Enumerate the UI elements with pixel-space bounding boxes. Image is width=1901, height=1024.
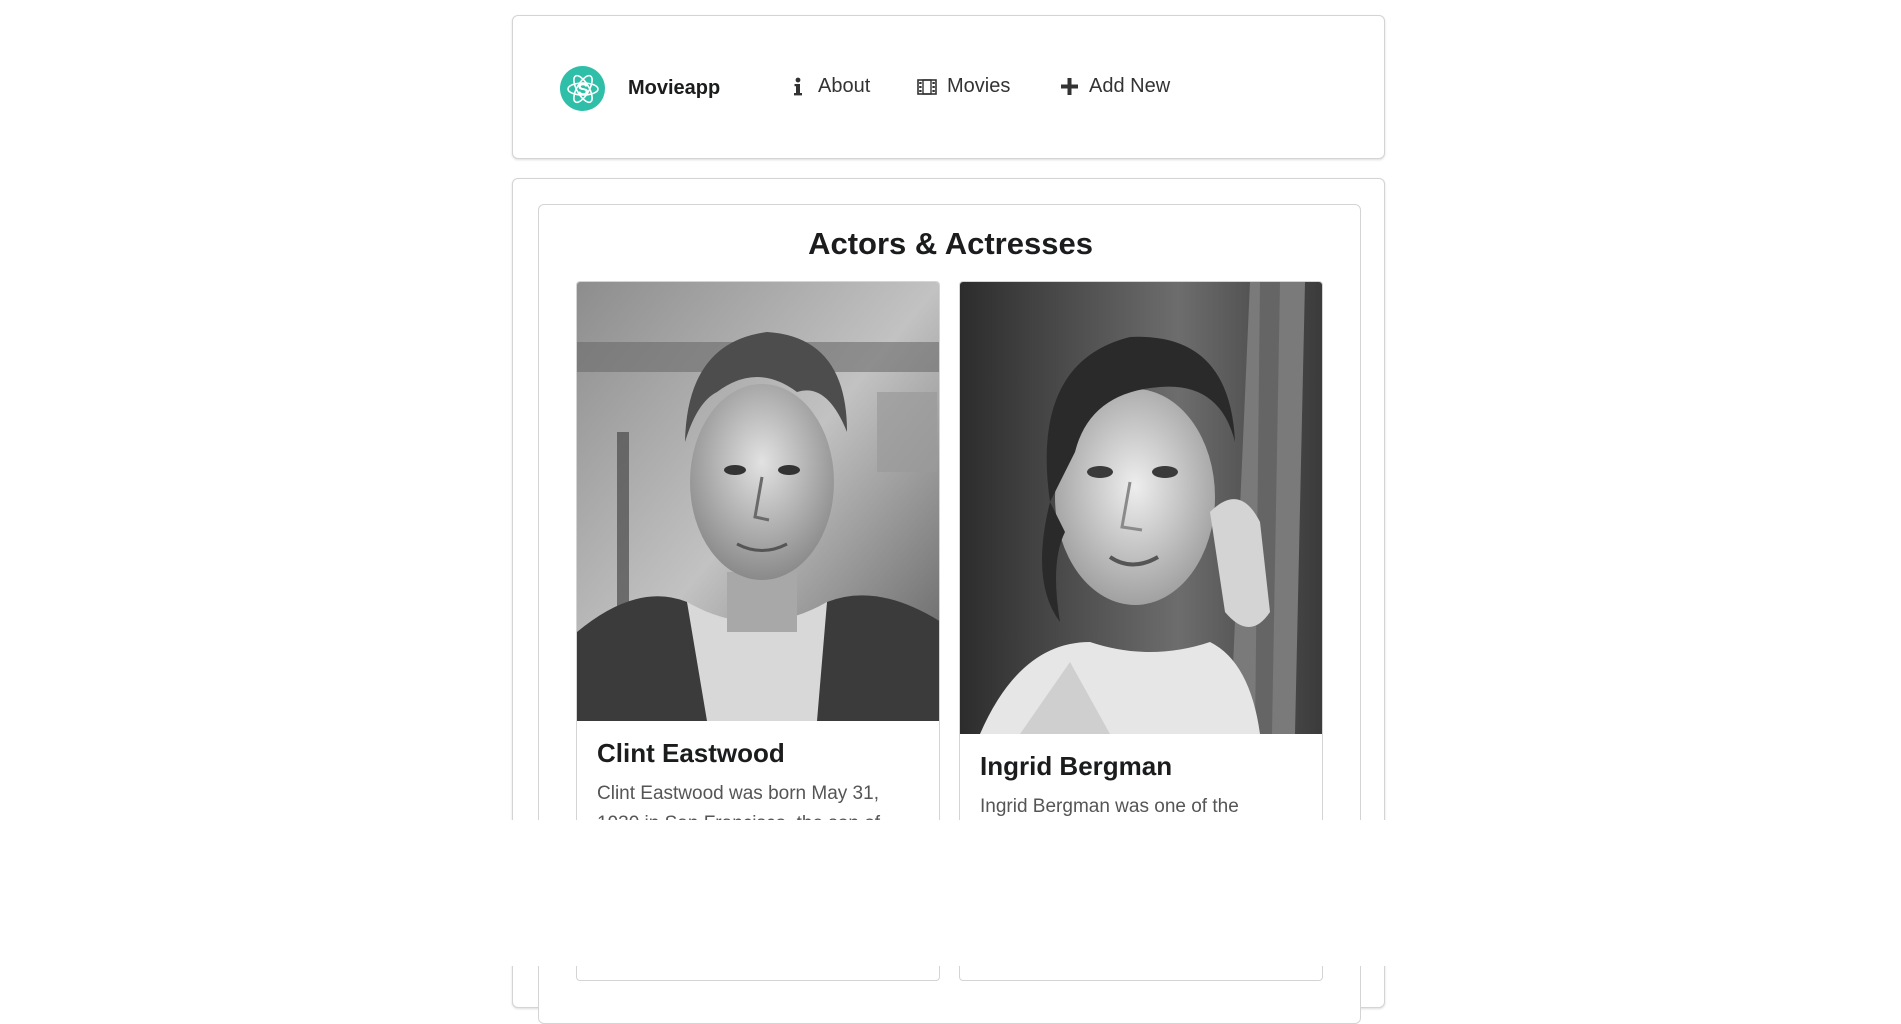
nav-item-add-new[interactable]: Add New xyxy=(1059,75,1170,98)
nav-item-about[interactable]: About xyxy=(788,75,870,98)
actor-photo xyxy=(960,282,1322,734)
actor-name: Ingrid Bergman xyxy=(980,751,1173,781)
info-icon xyxy=(788,76,808,98)
page-title: Actors & Actresses xyxy=(808,226,1093,261)
atom-logo-icon: S xyxy=(566,74,599,103)
nav-item-label: Movies xyxy=(947,75,1011,97)
nav-item-movies[interactable]: Movies xyxy=(917,75,1010,98)
svg-text:S: S xyxy=(577,80,588,99)
actor-photo xyxy=(577,282,939,721)
nav-item-label: Add New xyxy=(1089,75,1171,97)
film-icon xyxy=(917,76,937,98)
brand-name[interactable]: Movieapp xyxy=(628,77,720,100)
app-logo[interactable]: S xyxy=(560,66,605,111)
page-background xyxy=(0,820,1901,966)
actor-description: Ingrid Bergman was one of the xyxy=(980,796,1239,817)
top-navigation: S Movieapp About Movies Add New xyxy=(512,15,1385,159)
actor-name: Clint Eastwood xyxy=(597,738,785,768)
plus-icon xyxy=(1059,76,1079,98)
nav-item-label: About xyxy=(818,75,871,97)
